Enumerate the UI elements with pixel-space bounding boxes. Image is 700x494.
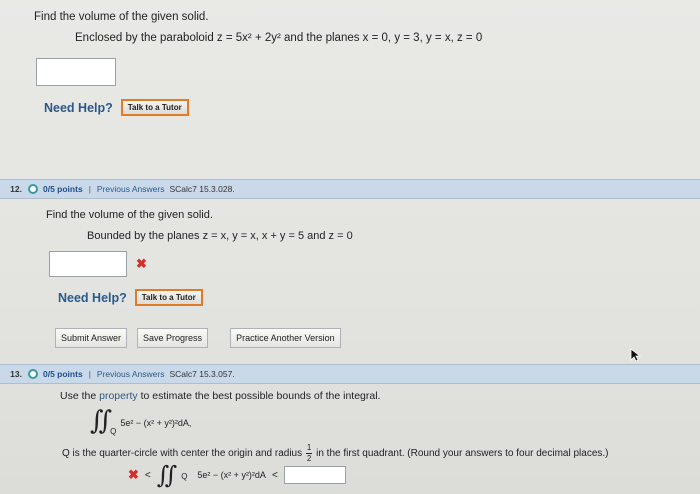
bounds-row: ✖ < ∬ Q 5e² − (x² + y²)²dA < — [128, 462, 346, 488]
integrand: 5e² − (x² + y²)²dA, — [120, 418, 192, 428]
save-progress-button[interactable]: Save Progress — [137, 328, 209, 348]
practice-another-version-button[interactable]: Practice Another Version — [230, 328, 341, 348]
fraction-numerator: 1 — [306, 443, 312, 452]
desc-suffix: in the first quadrant. (Round your answe… — [316, 448, 609, 459]
separator: | — [88, 369, 91, 379]
need-help-label: Need Help? — [44, 100, 113, 115]
problem12-help-row: Need Help? Talk to a Tutor — [58, 289, 203, 306]
previous-answers-link[interactable]: Previous Answers — [97, 184, 165, 194]
problem13-header: 13. 0/5 points | Previous Answers SCalc7… — [0, 364, 700, 384]
problem-number: 12. — [10, 184, 22, 194]
double-integral-icon: ∬ — [156, 461, 178, 489]
integral-region: Q — [110, 427, 117, 436]
title-prefix: Use the — [60, 390, 97, 402]
less-than-sign: < — [271, 469, 278, 481]
status-dot-icon — [28, 184, 38, 194]
desc-prefix: Q is the quarter-circle with center the … — [62, 448, 303, 459]
problem12-description: Bounded by the planes z = x, y = x, x + … — [87, 230, 353, 242]
need-help-label: Need Help? — [58, 290, 127, 305]
assignment-page: Find the volume of the given solid. Encl… — [0, 0, 700, 494]
problem12-header: 12. 0/5 points | Previous Answers SCalc7… — [0, 179, 700, 199]
problem-number: 13. — [10, 369, 22, 379]
title-suffix: to estimate the best possible bounds of … — [140, 390, 381, 402]
problem11-title: Find the volume of the given solid. — [34, 11, 209, 23]
integrand: 5e² − (x² + y²)²dA — [197, 470, 266, 480]
problem13-title: Use the property to estimate the best po… — [60, 390, 380, 402]
problem11-description: Enclosed by the paraboloid z = 5x² + 2y²… — [75, 32, 483, 44]
problem11-help-row: Need Help? Talk to a Tutor — [44, 99, 189, 116]
points-label: 0/5 points — [43, 369, 83, 379]
double-integral-icon: ∬ — [90, 406, 113, 436]
previous-answers-link[interactable]: Previous Answers — [97, 369, 165, 379]
problem13-description: Q is the quarter-circle with center the … — [62, 444, 609, 463]
integral-expression: ∬ Q 5e² − (x² + y²)²dA, — [90, 406, 192, 436]
mouse-cursor-icon — [630, 348, 642, 362]
problem12-title: Find the volume of the given solid. — [46, 209, 213, 221]
status-dot-icon — [28, 369, 38, 379]
upper-bound-input[interactable] — [283, 466, 346, 484]
separator: | — [88, 184, 91, 194]
talk-to-tutor-button[interactable]: Talk to a Tutor — [120, 99, 189, 116]
fraction: 1 2 — [306, 443, 313, 463]
talk-to-tutor-button[interactable]: Talk to a Tutor — [134, 289, 203, 306]
property-link[interactable]: property — [99, 390, 138, 402]
incorrect-icon: ✖ — [128, 467, 139, 482]
problem-source: SCalc7 15.3.028. — [169, 184, 235, 194]
problem12-actions: Submit Answer Save Progress Practice Ano… — [55, 328, 341, 348]
integral-region: Q — [181, 471, 188, 481]
less-than-sign: < — [144, 469, 151, 481]
submit-answer-button[interactable]: Submit Answer — [55, 328, 128, 348]
incorrect-icon: ✖ — [136, 256, 147, 271]
problem-source: SCalc7 15.3.057. — [169, 369, 235, 379]
problem12-answer-input[interactable] — [49, 251, 127, 277]
problem11-answer-input[interactable] — [36, 58, 116, 86]
points-label: 0/5 points — [43, 184, 83, 194]
